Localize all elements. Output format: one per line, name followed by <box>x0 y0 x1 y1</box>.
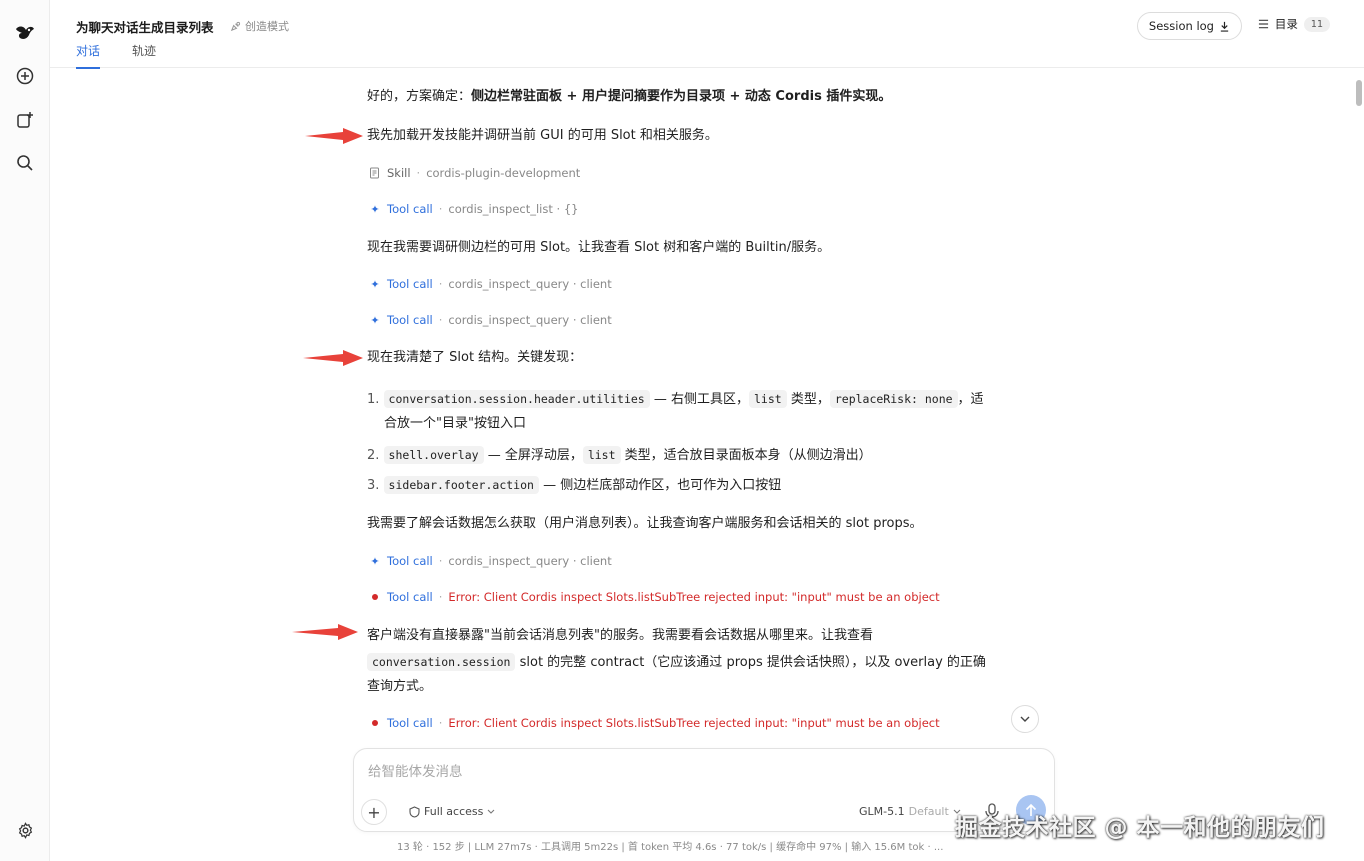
tool-call-error: Error: Client Cordis inspect Slots.listS… <box>448 716 940 730</box>
new-chat-icon[interactable] <box>13 64 37 88</box>
session-stats: 13 轮 · 152 步 | LLM 27m7s · 工具调用 5m22s | … <box>397 842 944 853</box>
tool-call-error-row[interactable]: Tool call · Error: Client Cordis inspect… <box>369 590 940 604</box>
scroll-to-bottom-button[interactable] <box>1011 705 1039 733</box>
access-selector[interactable]: Full access <box>409 805 495 818</box>
message-composer: + Full access GLM-5.1 Default <box>353 748 1055 832</box>
tool-call-label: Tool call <box>387 590 433 604</box>
toc-label: 目录 <box>1274 17 1298 31</box>
tool-call-label: Tool call <box>387 716 433 730</box>
watermark-text: 掘金技术社区 @ 本一和他的朋友们 <box>955 815 1325 841</box>
left-rail <box>0 0 50 861</box>
assistant-message: conversation.session slot 的完整 contract（它… <box>367 649 986 676</box>
error-dot-icon <box>372 594 378 600</box>
search-icon[interactable] <box>13 151 37 175</box>
annotation-arrow-icon <box>292 624 358 640</box>
model-selector[interactable]: GLM-5.1 Default <box>859 805 961 818</box>
tool-call-row[interactable]: ✦ Tool call · cordis_inspect_query · cli… <box>369 277 612 291</box>
assistant-message: 客户端没有直接暴露"当前会话消息列表"的服务。我需要看会话数据从哪里来。让我查看 <box>367 628 873 643</box>
shield-icon <box>409 805 420 818</box>
sparkle-icon: ✦ <box>370 554 380 568</box>
list-icon <box>1258 19 1268 29</box>
model-variant: Default <box>908 805 949 818</box>
chevron-down-icon <box>487 809 495 814</box>
attach-button[interactable]: + <box>361 799 387 825</box>
list-item-continuation: 合放一个"目录"按钮入口 <box>384 416 526 431</box>
tool-call-label: Tool call <box>387 554 433 568</box>
create-mode-icon <box>230 21 241 31</box>
list-item: 2. shell.overlay — 全屏浮动层， list 类型，适合放目录面板… <box>367 446 872 464</box>
conversation-tabs: 对话 轨迹 <box>76 42 156 69</box>
sparkle-icon: ✦ <box>370 277 380 291</box>
access-label: Full access <box>424 805 484 818</box>
app-logo-icon[interactable] <box>13 21 37 45</box>
list-item: 3. sidebar.footer.action — 侧边栏底部动作区，也可作为… <box>367 476 782 494</box>
scrollbar-thumb[interactable] <box>1356 80 1362 106</box>
tool-call-error: Error: Client Cordis inspect Slots.listS… <box>448 590 940 604</box>
tool-call-label: Tool call <box>387 202 433 216</box>
error-dot-icon <box>372 720 378 726</box>
tool-call-error-row[interactable]: Tool call · Error: Client Cordis inspect… <box>369 716 940 730</box>
add-plugin-icon[interactable] <box>13 108 37 132</box>
skill-label: Skill <box>387 166 411 180</box>
toc-count-badge: 11 <box>1303 16 1330 32</box>
mode-label: 创造模式 <box>245 20 289 33</box>
assistant-message: 现在我清楚了 Slot 结构。关键发现： <box>367 350 583 365</box>
tool-call-row[interactable]: ✦ Tool call · cordis_inspect_query · cli… <box>369 313 612 327</box>
tool-call-detail: cordis_inspect_query · client <box>448 277 612 291</box>
assistant-message: 好的，方案确定：侧边栏常驻面板 + 用户提问摘要作为目录项 + 动态 Cordi… <box>367 89 892 104</box>
session-log-button[interactable]: Session log <box>1136 12 1242 40</box>
annotation-arrow-icon <box>305 128 363 144</box>
sparkle-icon: ✦ <box>370 313 380 327</box>
tool-call-label: Tool call <box>387 313 433 327</box>
sparkle-icon: ✦ <box>370 202 380 216</box>
assistant-message: 查询方式。 <box>367 679 433 694</box>
message-input[interactable] <box>368 759 1028 785</box>
conversation-header: 为聊天对话生成目录列表 创造模式 对话 轨迹 Session log 目录 11 <box>50 0 1364 69</box>
annotation-arrow-icon <box>303 350 363 366</box>
session-log-label: Session log <box>1148 19 1214 33</box>
tool-call-row[interactable]: ✦ Tool call · cordis_inspect_query · cli… <box>369 554 612 568</box>
skill-icon <box>370 167 379 179</box>
skill-name: cordis-plugin-development <box>426 166 581 180</box>
toc-button[interactable]: 目录 11 <box>1258 16 1330 32</box>
assistant-message: 我先加载开发技能并调研当前 GUI 的可用 Slot 和相关服务。 <box>367 128 718 143</box>
skill-row[interactable]: Skill · cordis-plugin-development <box>369 166 580 180</box>
tool-call-detail: cordis_inspect_query · client <box>448 313 612 327</box>
tool-call-label: Tool call <box>387 277 433 291</box>
chevron-down-icon <box>1020 716 1030 722</box>
download-icon <box>1220 21 1229 32</box>
list-item: 1. conversation.session.header.utilities… <box>367 390 984 408</box>
model-name: GLM-5.1 <box>859 805 905 818</box>
tool-call-detail: cordis_inspect_list · {} <box>448 202 579 216</box>
settings-gear-icon[interactable] <box>13 818 37 842</box>
assistant-message: 现在我需要调研侧边栏的可用 Slot。让我查看 Slot 树和客户端的 Buil… <box>367 240 831 255</box>
tab-conversation[interactable]: 对话 <box>76 42 101 69</box>
mode-indicator: 创造模式 <box>230 18 289 34</box>
tool-call-row[interactable]: ✦ Tool call · cordis_inspect_list · {} <box>369 202 578 216</box>
tool-call-detail: cordis_inspect_query · client <box>448 554 612 568</box>
tab-trajectory[interactable]: 轨迹 <box>132 42 156 69</box>
conversation-title: 为聊天对话生成目录列表 <box>76 20 214 35</box>
assistant-message: 我需要了解会话数据怎么获取（用户消息列表）。让我查询客户端服务和会话相关的 sl… <box>367 516 923 531</box>
